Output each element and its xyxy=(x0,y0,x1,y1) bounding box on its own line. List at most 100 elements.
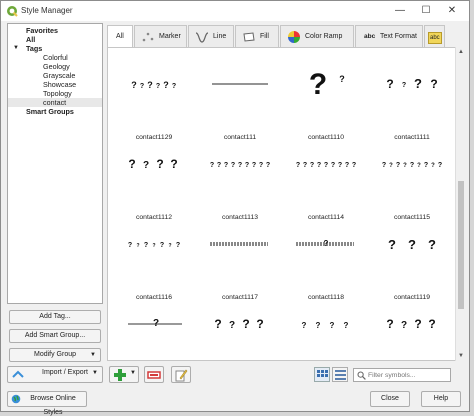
symbol-item[interactable]: ???? contact1111 xyxy=(370,56,454,141)
modify-group-button[interactable]: Modify Group ▼ xyxy=(9,348,101,362)
svg-text:?: ? xyxy=(238,162,242,169)
symbol-item[interactable]: ? xyxy=(112,296,196,376)
tab-label-settings[interactable]: abc xyxy=(424,25,445,47)
import-export-icon xyxy=(12,370,24,378)
svg-text:?: ? xyxy=(252,162,256,169)
tree-item-tag[interactable]: Showcase xyxy=(43,80,76,89)
symbol-item[interactable]: ? contact1118 xyxy=(284,216,368,301)
add-symbol-button[interactable]: ▼ xyxy=(109,366,139,383)
symbol-item[interactable]: ????????? contact1114 xyxy=(284,136,368,221)
tree-item-favorites[interactable]: Favorites xyxy=(26,26,58,35)
symbol-item[interactable]: ?? contact1110 xyxy=(284,56,368,141)
symbol-preview: ???? xyxy=(386,76,437,91)
tree-item-tag[interactable]: Geology xyxy=(43,62,70,71)
symbol-item[interactable]: ???? xyxy=(198,296,282,376)
edit-symbol-button[interactable] xyxy=(171,366,191,383)
symbol-preview: ???? xyxy=(128,157,177,171)
svg-text:?: ? xyxy=(431,163,435,169)
symbol-grid[interactable]: ?????? contact1129 contact111?? contact1110… xyxy=(107,47,457,361)
vertical-scrollbar[interactable]: ▲ ▼ xyxy=(455,47,465,361)
tab-all[interactable]: All xyxy=(107,25,133,48)
tree-item-tag[interactable]: Grayscale xyxy=(43,71,75,80)
svg-text:?: ? xyxy=(214,317,221,331)
tree-item-all[interactable]: All xyxy=(26,35,35,44)
svg-text:?: ? xyxy=(259,162,263,169)
tree-item-tag-selected[interactable]: contact xyxy=(8,98,102,107)
symbol-item[interactable]: ????????? contact1113 xyxy=(198,136,282,221)
svg-text:?: ? xyxy=(210,162,214,169)
maximize-button[interactable]: ☐ xyxy=(413,1,439,21)
symbol-item[interactable]: ???? xyxy=(370,296,454,376)
symbol-preview: ????????? xyxy=(296,162,356,169)
add-smart-group-button[interactable]: Add Smart Group... xyxy=(9,329,101,343)
tab-text-format[interactable]: abc Text Format xyxy=(355,25,423,47)
tab-fill[interactable]: Fill xyxy=(235,25,279,47)
import-export-button[interactable]: Import / Export ▼ xyxy=(7,366,103,383)
svg-text:?: ? xyxy=(401,320,407,331)
dropdown-arrow-icon: ▼ xyxy=(92,370,98,376)
symbol-item[interactable]: contact1117 xyxy=(198,216,282,301)
list-view-icon xyxy=(335,370,346,380)
filter-symbols-field[interactable] xyxy=(353,368,451,382)
remove-symbol-button[interactable] xyxy=(144,366,164,383)
symbol-item[interactable]: ???? contact1112 xyxy=(112,136,196,221)
svg-text:?: ? xyxy=(296,162,300,169)
symbol-item[interactable]: ??? contact1119 xyxy=(370,216,454,301)
icon-view-button[interactable] xyxy=(314,367,330,382)
svg-text:?: ? xyxy=(147,80,153,90)
color-ramp-icon xyxy=(288,31,300,43)
symbol-preview: ?? xyxy=(309,68,345,101)
group-tree[interactable]: Favorites All ▼ Tags Colorful Geology Gr… xyxy=(7,23,103,304)
scroll-thumb[interactable] xyxy=(458,181,464,309)
tab-all-label: All xyxy=(116,33,124,40)
svg-text:?: ? xyxy=(386,317,393,331)
symbol-item[interactable]: ????????? contact1115 xyxy=(370,136,454,221)
symbol-preview: ???? xyxy=(386,317,435,331)
window-title: Style Manager xyxy=(21,6,73,15)
modify-group-label: Modify Group xyxy=(33,351,77,358)
grid-view-icon xyxy=(317,370,328,377)
symbol-preview: ????????? xyxy=(382,162,442,169)
symbol-item[interactable]: ???? xyxy=(284,296,368,376)
svg-text:?: ? xyxy=(144,242,148,249)
svg-text:?: ? xyxy=(438,162,442,169)
scroll-up-arrow-icon[interactable]: ▲ xyxy=(456,47,466,57)
filter-symbols-input[interactable] xyxy=(368,370,448,381)
tree-item-tag[interactable]: Colorful xyxy=(43,53,68,62)
tree-item-tags[interactable]: ▼ Tags xyxy=(8,44,102,53)
svg-text:?: ? xyxy=(143,160,149,171)
symbol-item[interactable]: contact111 xyxy=(198,56,282,141)
svg-text:?: ? xyxy=(317,162,321,169)
svg-text:?: ? xyxy=(410,162,414,169)
tree-item-smart-groups[interactable]: Smart Groups xyxy=(26,107,74,116)
close-button[interactable]: Close xyxy=(370,391,410,407)
dropdown-arrow-icon: ▼ xyxy=(130,370,136,376)
tab-color-ramp[interactable]: Color Ramp xyxy=(280,25,354,47)
svg-text:?: ? xyxy=(231,162,235,169)
browse-online-styles-button[interactable]: Browse Online Styles xyxy=(7,391,87,416)
svg-text:?: ? xyxy=(152,243,155,249)
line-icon xyxy=(195,32,209,43)
tab-line[interactable]: Line xyxy=(188,25,234,47)
svg-text:?: ? xyxy=(156,157,163,171)
tab-marker[interactable]: Marker xyxy=(134,25,187,47)
svg-text:?: ? xyxy=(396,162,400,169)
symbol-preview: ? xyxy=(128,318,182,329)
help-button[interactable]: Help xyxy=(421,391,461,407)
svg-text:?: ? xyxy=(339,74,345,84)
close-window-button[interactable]: ✕ xyxy=(439,1,465,21)
svg-text:?: ? xyxy=(424,162,428,169)
svg-text:?: ? xyxy=(242,317,249,331)
symbol-preview: ???? xyxy=(214,317,263,331)
minimize-button[interactable]: — xyxy=(387,1,413,21)
add-tag-button[interactable]: Add Tag... xyxy=(9,310,101,324)
symbol-item[interactable]: ?????? contact1129 xyxy=(112,56,196,141)
scroll-down-arrow-icon[interactable]: ▼ xyxy=(456,351,466,361)
tree-item-tag[interactable]: Topology xyxy=(43,89,72,98)
expand-arrow-icon[interactable]: ▼ xyxy=(13,44,19,53)
svg-text:?: ? xyxy=(176,242,180,249)
svg-text:?: ? xyxy=(389,163,393,169)
list-view-button[interactable] xyxy=(332,367,348,382)
svg-text:?: ? xyxy=(256,317,263,331)
symbol-item[interactable]: ??????? contact1116 xyxy=(112,216,196,301)
